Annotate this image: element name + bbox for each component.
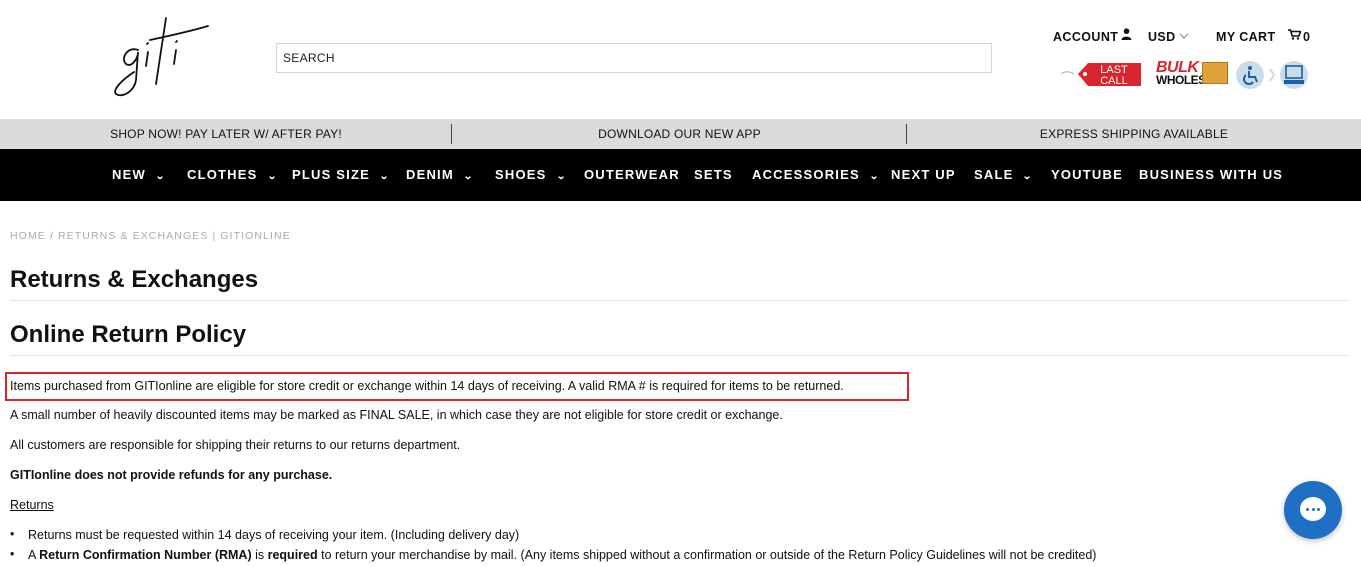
user-icon[interactable] — [1121, 28, 1132, 43]
nav-item-new[interactable]: NEW ⌄ — [112, 149, 166, 201]
nav-item-business-with-us[interactable]: BUSINESS WITH US — [1139, 149, 1283, 201]
last-call-badge[interactable]: LAST CALL — [1060, 60, 1142, 88]
page-title: Returns & Exchanges — [10, 266, 259, 293]
cart-count: 0 — [1303, 30, 1311, 44]
breadcrumb-current: RETURNS & EXCHANGES | GITIONLINE — [58, 230, 291, 242]
chevron-down-icon: ⌄ — [462, 171, 475, 182]
breadcrumb: HOME / RETURNS & EXCHANGES | GITIONLINE — [10, 230, 291, 242]
currency-select[interactable]: USD — [1148, 30, 1176, 44]
policy-paragraph-eligibility: Items purchased from GITIonline are elig… — [10, 379, 844, 393]
nav-item-outerwear[interactable]: OUTERWEAR — [584, 149, 680, 201]
promo-shipping[interactable]: EXPRESS SHIPPING AVAILABLE — [907, 119, 1361, 149]
chevron-down-icon[interactable] — [1179, 29, 1189, 43]
policy-paragraph-final-sale: A small number of heavily discounted ite… — [10, 408, 783, 422]
divider — [10, 355, 1348, 356]
search-input[interactable] — [276, 43, 992, 73]
nav-item-sale[interactable]: SALE ⌄ — [974, 149, 1033, 201]
promo-bar: SHOP NOW! PAY LATER W/ AFTER PAY! DOWNLO… — [0, 119, 1361, 149]
giti-logo[interactable] — [108, 10, 212, 102]
divider — [10, 300, 1348, 301]
chevron-down-icon: ⌄ — [868, 171, 881, 182]
nav-item-clothes[interactable]: CLOTHES ⌄ — [187, 149, 277, 201]
chevron-down-icon: ⌄ — [266, 171, 279, 182]
chevron-down-icon: ⌄ — [555, 171, 568, 182]
bulk-wholesale-badge[interactable]: BULK WHOLESALE — [1156, 59, 1230, 89]
breadcrumb-home[interactable]: HOME — [10, 230, 46, 242]
main-nav: NEW ⌄ CLOTHES ⌄ PLUS SIZE ⌄ DENIM ⌄ SHOES ⌄ O… — [0, 149, 1361, 201]
nav-item-next-up[interactable]: NEXT UP — [891, 149, 956, 201]
nav-item-accessories[interactable]: ACCESSORIES ⌄ — [752, 149, 879, 201]
nav-item-shoes[interactable]: SHOES ⌄ — [495, 149, 566, 201]
list-item-text: A Return Confirmation Number (RMA) is re… — [28, 548, 1097, 562]
cart-icon[interactable] — [1288, 29, 1302, 43]
list-item-text: Returns must be requested within 14 days… — [28, 528, 520, 542]
returns-heading: Returns — [10, 498, 54, 512]
policy-paragraph-shipping: All customers are responsible for shippi… — [10, 438, 461, 452]
promo-app[interactable]: DOWNLOAD OUR NEW APP — [452, 119, 907, 149]
chat-bubble-icon — [1300, 497, 1326, 521]
nav-item-plus-size[interactable]: PLUS SIZE ⌄ — [292, 149, 390, 201]
promo-afterpay[interactable]: SHOP NOW! PAY LATER W/ AFTER PAY! — [0, 119, 452, 149]
policy-paragraph-refunds: GITIonline does not provide refunds for … — [10, 468, 333, 482]
box-icon — [1202, 62, 1228, 84]
bullet-dot: • — [10, 527, 15, 541]
cart-link[interactable]: MY CART — [1216, 30, 1276, 44]
nav-item-denim[interactable]: DENIM ⌄ — [406, 149, 473, 201]
account-link[interactable]: ACCOUNT — [1053, 30, 1118, 44]
chevron-down-icon: ⌄ — [154, 171, 167, 182]
nav-item-youtube[interactable]: YOUTUBE — [1051, 149, 1123, 201]
last-call-line2: CALL — [1100, 75, 1128, 87]
breadcrumb-separator: / — [49, 230, 54, 242]
site-header: ACCOUNT USD MY CART 0 LAST CALL BULK WHO… — [0, 0, 1361, 119]
section-title: Online Return Policy — [10, 321, 247, 348]
chevron-down-icon: ⌄ — [1022, 171, 1035, 182]
chevron-down-icon: ⌄ — [379, 171, 391, 182]
bullet-dot: • — [10, 547, 15, 561]
accessibility-badge[interactable] — [1234, 60, 1314, 90]
chat-button[interactable] — [1284, 481, 1342, 539]
nav-item-sets[interactable]: SETS — [694, 149, 733, 201]
